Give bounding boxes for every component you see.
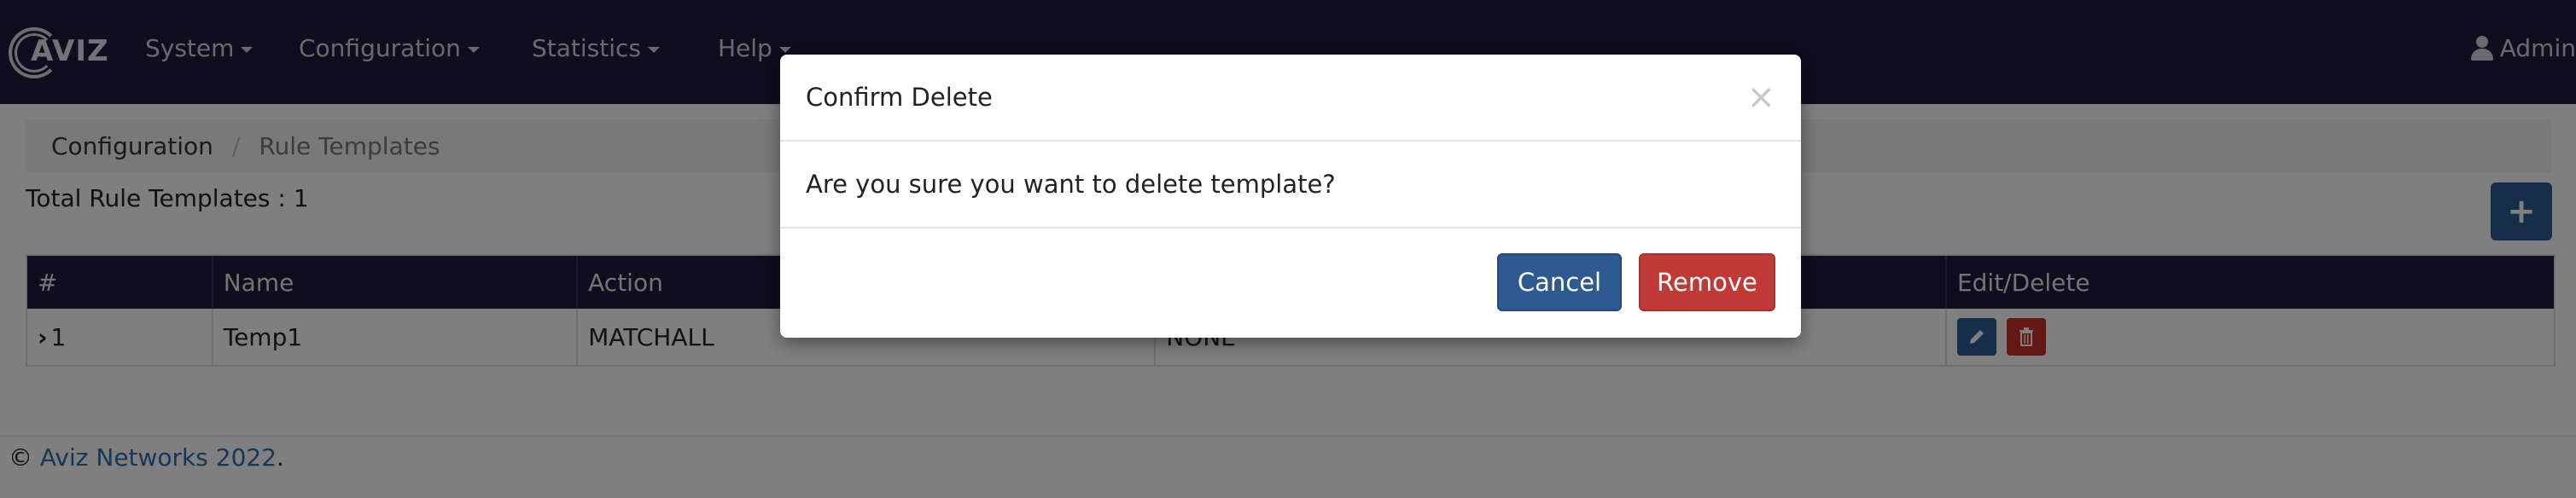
cancel-button[interactable]: Cancel: [1497, 253, 1622, 311]
remove-button[interactable]: Remove: [1639, 253, 1775, 311]
confirm-delete-dialog: Confirm Delete × Are you sure you want t…: [780, 55, 1801, 338]
dialog-title: Confirm Delete: [806, 83, 993, 112]
dialog-footer: Cancel Remove: [780, 229, 1801, 336]
dialog-body: Are you sure you want to delete template…: [780, 142, 1801, 229]
close-icon[interactable]: ×: [1746, 80, 1775, 114]
dialog-message: Are you sure you want to delete template…: [806, 170, 1336, 199]
dialog-header: Confirm Delete ×: [780, 55, 1801, 142]
